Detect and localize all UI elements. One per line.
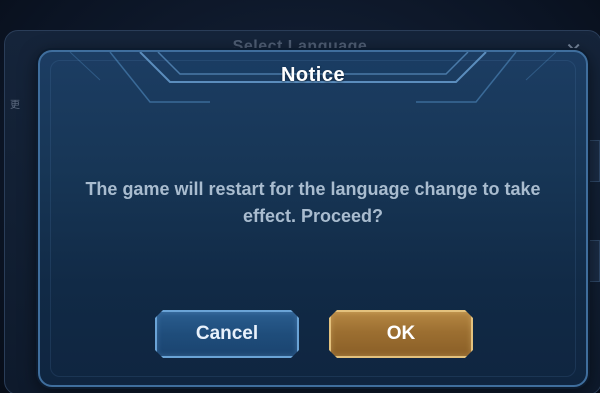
background-side-tag: 更: [10, 100, 20, 111]
notice-dialog: Notice The game will restart for the lan…: [38, 50, 588, 387]
ok-button[interactable]: OK: [329, 310, 473, 358]
cancel-button[interactable]: Cancel: [155, 310, 299, 358]
dialog-title: Notice: [280, 64, 346, 86]
dialog-message: The game will restart for the language c…: [85, 179, 541, 226]
game-screen: Select Language ✕ 更 Notice The game will…: [0, 0, 600, 393]
